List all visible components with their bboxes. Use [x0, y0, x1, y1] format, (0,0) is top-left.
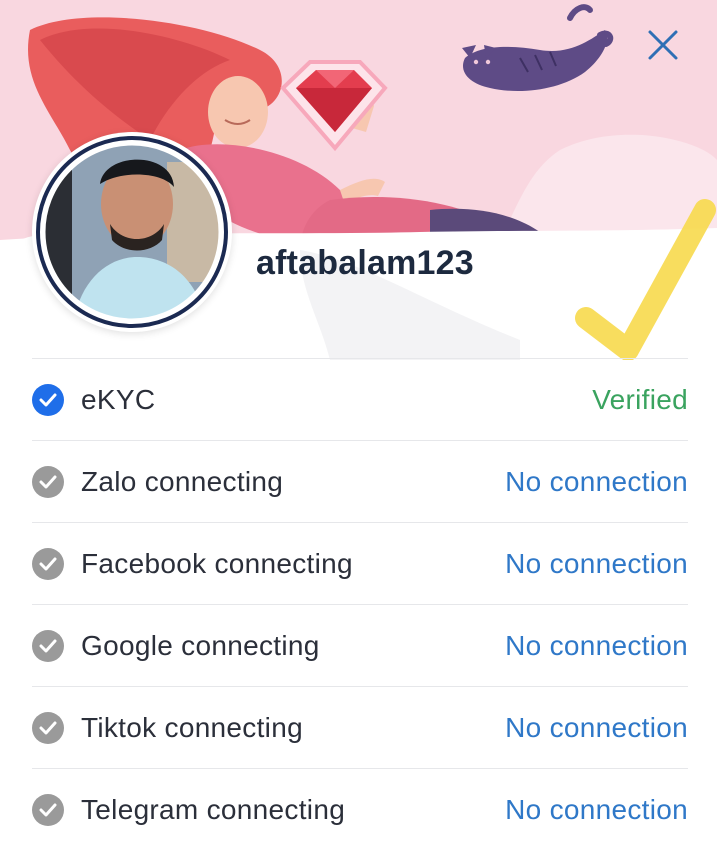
connections-list: eKYC Verified Zalo connecting No connect… — [32, 358, 688, 845]
status-text: Verified — [592, 383, 688, 415]
check-circle-icon — [32, 465, 64, 498]
row-label: Facebook connecting — [81, 547, 353, 579]
status-link[interactable]: No connection — [505, 794, 688, 826]
status-link[interactable]: No connection — [505, 466, 688, 498]
row-label: Telegram connecting — [81, 793, 346, 825]
row-label: Tiktok connecting — [81, 711, 303, 743]
row-label: Zalo connecting — [81, 465, 284, 497]
check-circle-icon — [32, 711, 64, 744]
avatar-photo — [36, 136, 228, 328]
username: aftabalam123 — [256, 244, 474, 282]
row-label: Google connecting — [81, 629, 320, 661]
list-item-tiktok[interactable]: Tiktok connecting No connection — [32, 686, 688, 768]
list-item-telegram[interactable]: Telegram connecting No connection — [32, 768, 688, 845]
check-circle-icon — [32, 383, 64, 416]
check-circle-icon — [32, 629, 64, 662]
list-item-google[interactable]: Google connecting No connection — [32, 604, 688, 686]
list-item-ekyc[interactable]: eKYC Verified — [32, 358, 688, 440]
status-link[interactable]: No connection — [505, 712, 688, 744]
check-circle-icon — [32, 793, 64, 826]
close-icon — [648, 30, 678, 60]
list-item-zalo[interactable]: Zalo connecting No connection — [32, 440, 688, 522]
list-item-facebook[interactable]: Facebook connecting No connection — [32, 522, 688, 604]
avatar[interactable] — [32, 132, 232, 332]
status-link[interactable]: No connection — [505, 630, 688, 662]
row-label: eKYC — [81, 383, 156, 415]
close-button[interactable] — [640, 22, 686, 68]
status-link[interactable]: No connection — [505, 548, 688, 580]
check-circle-icon — [32, 547, 64, 580]
